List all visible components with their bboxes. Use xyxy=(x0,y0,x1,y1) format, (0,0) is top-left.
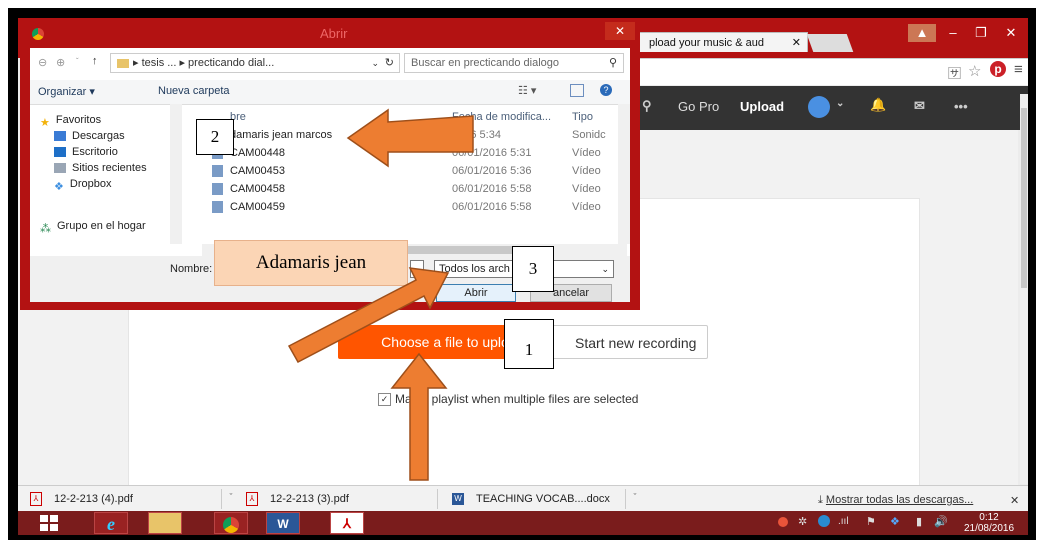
screen: pload your music & aud ✕ ▲ – ❐ ✕ 🈂 ☆ p ≡… xyxy=(18,18,1028,535)
arrow-to-choose xyxy=(390,352,448,481)
step-1-label: 1 xyxy=(504,319,554,369)
step-2-label: 2 xyxy=(196,119,234,155)
step-3-label: 3 xyxy=(512,246,554,292)
arrow-to-file xyxy=(346,108,474,168)
arrow-to-open xyxy=(287,267,450,364)
